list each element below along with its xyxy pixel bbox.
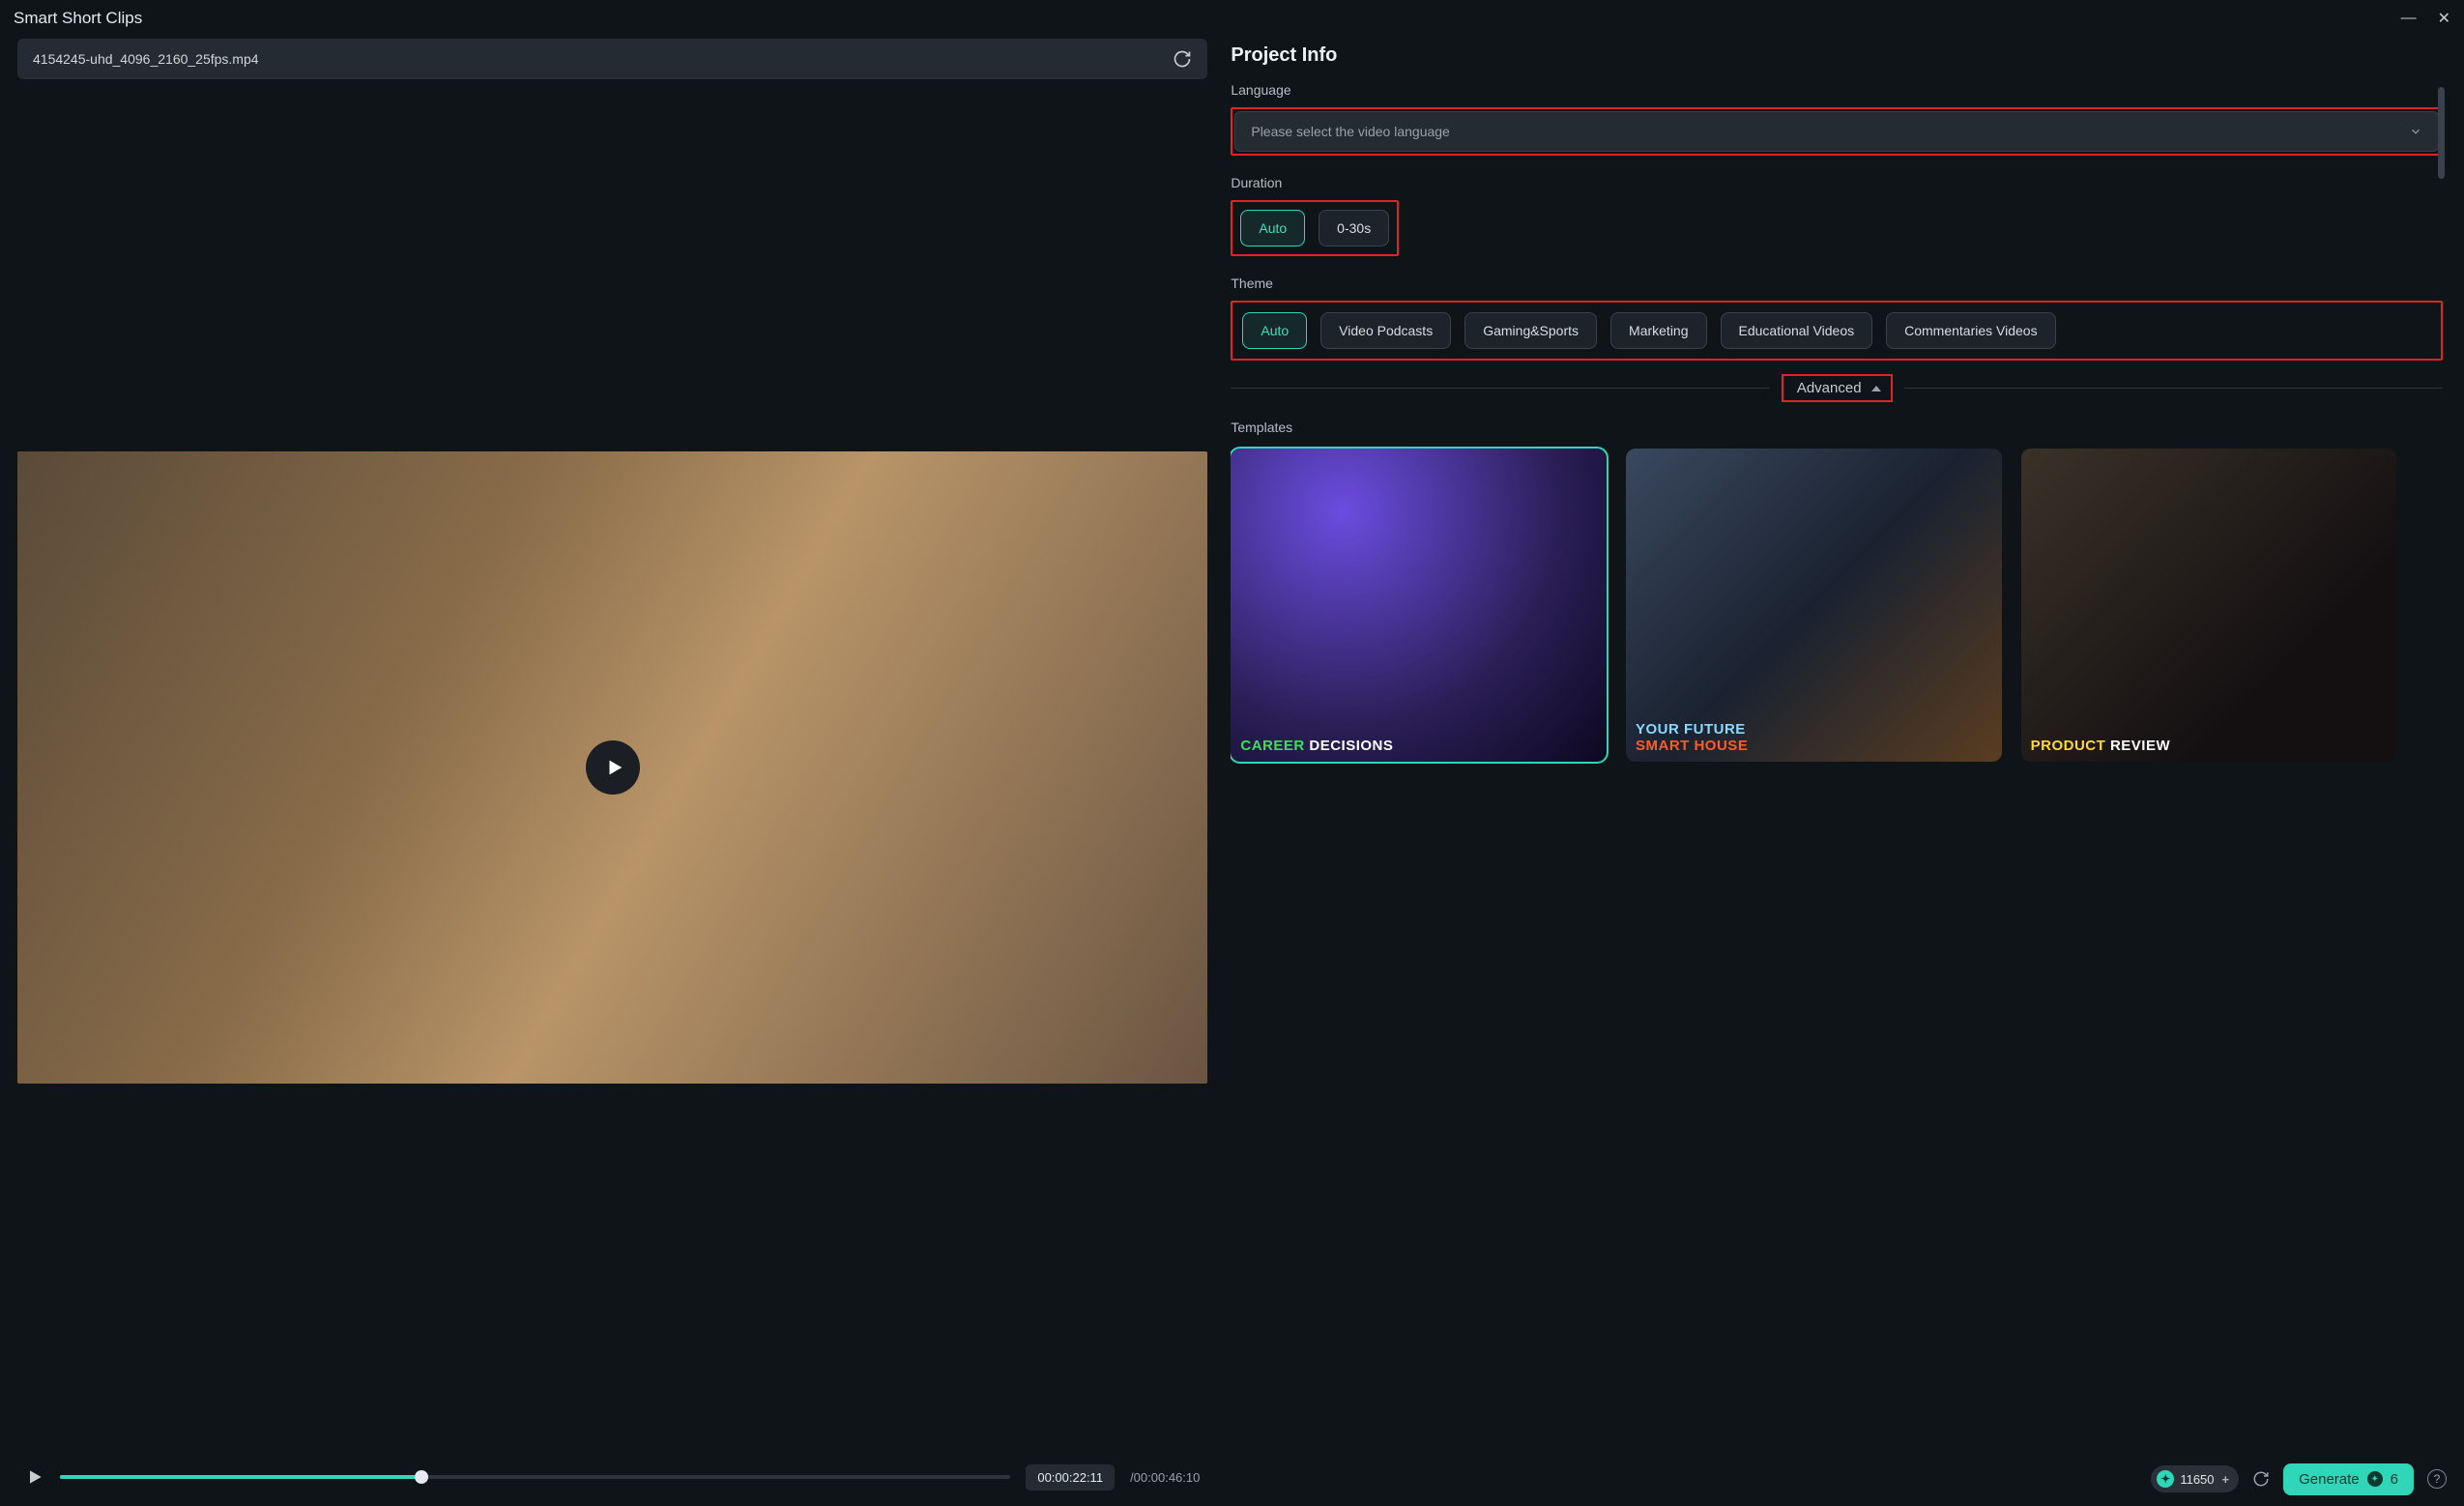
caret-up-icon — [1871, 386, 1881, 391]
advanced-row: Advanced — [1231, 374, 2443, 402]
advanced-toggle[interactable]: Advanced — [1782, 374, 1893, 402]
seek-bar[interactable] — [60, 1475, 1010, 1479]
video-preview — [17, 451, 1207, 1084]
theme-chip-auto[interactable]: Auto — [1242, 312, 1307, 349]
play-icon — [604, 757, 625, 778]
theme-chips: Auto Video Podcasts Gaming&Sports Market… — [1232, 303, 2441, 359]
generate-button[interactable]: Generate ✦ 6 — [2283, 1463, 2414, 1495]
theme-chip-commentaries[interactable]: Commentaries Videos — [1886, 312, 2055, 349]
right-scroll: Project Info Language Please select the … — [1231, 39, 2447, 1452]
generate-label: Generate — [2299, 1471, 2360, 1488]
templates-row: CAREER DECISIONS YOUR FUTURE SMART HOUSE… — [1231, 449, 2443, 762]
scrollbar[interactable] — [2438, 87, 2445, 179]
window-controls: — ✕ — [2401, 9, 2450, 28]
duration-chips: Auto 0-30s — [1232, 202, 1397, 254]
divider-right — [1904, 388, 2443, 389]
seek-fill — [60, 1475, 421, 1479]
template-caption-2: YOUR FUTURE SMART HOUSE — [1626, 721, 2002, 754]
template-card-2[interactable]: YOUR FUTURE SMART HOUSE — [1626, 449, 2002, 762]
transport-bar: 00:00:22:11 /00:00:46:10 — [17, 1456, 1207, 1498]
theme-chip-educational[interactable]: Educational Videos — [1721, 312, 1873, 349]
reload-icon[interactable] — [2252, 1470, 2270, 1488]
play-button[interactable] — [25, 1467, 44, 1487]
language-label: Language — [1231, 82, 2443, 98]
divider-left — [1231, 388, 1769, 389]
seek-thumb[interactable] — [415, 1470, 428, 1484]
duration-chip-0-30s[interactable]: 0-30s — [1319, 210, 1389, 246]
template-caption-3: PRODUCT REVIEW — [2021, 738, 2397, 754]
help-icon[interactable]: ? — [2427, 1469, 2447, 1489]
minimize-icon[interactable]: — — [2401, 10, 2417, 27]
preview-area — [17, 89, 1207, 1446]
cost-badge-icon: ✦ — [2367, 1471, 2383, 1487]
play-overlay-button[interactable] — [586, 740, 640, 795]
templates-label: Templates — [1231, 420, 2443, 435]
template-caption-1: CAREER DECISIONS — [1231, 738, 1607, 754]
theme-chip-video-podcasts[interactable]: Video Podcasts — [1320, 312, 1451, 349]
template-card-3[interactable]: PRODUCT REVIEW — [2021, 449, 2397, 762]
coin-icon: ✦ — [2157, 1470, 2174, 1488]
bottom-bar: ✦ 11650 + Generate ✦ 6 ? — [1231, 1452, 2447, 1498]
theme-chip-gaming-sports[interactable]: Gaming&Sports — [1464, 312, 1597, 349]
window-title: Smart Short Clips — [14, 9, 142, 28]
total-time: /00:00:46:10 — [1130, 1470, 1200, 1485]
right-panel: Project Info Language Please select the … — [1231, 39, 2447, 1498]
app-window: Smart Short Clips — ✕ 4154245-uhd_4096_2… — [0, 0, 2464, 1506]
theme-highlight: Auto Video Podcasts Gaming&Sports Market… — [1231, 301, 2443, 361]
main-content: 4154245-uhd_4096_2160_25fps.mp4 00:00:22… — [0, 35, 2464, 1506]
left-panel: 4154245-uhd_4096_2160_25fps.mp4 00:00:22… — [17, 39, 1207, 1498]
file-name: 4154245-uhd_4096_2160_25fps.mp4 — [33, 51, 259, 67]
generate-cost: 6 — [2391, 1471, 2398, 1488]
theme-label: Theme — [1231, 275, 2443, 291]
language-select[interactable]: Please select the video language — [1234, 111, 2439, 152]
coin-balance[interactable]: ✦ 11650 + — [2151, 1465, 2239, 1492]
close-icon[interactable]: ✕ — [2438, 9, 2450, 28]
language-highlight: Please select the video language — [1231, 107, 2443, 156]
titlebar: Smart Short Clips — ✕ — [0, 0, 2464, 35]
duration-highlight: Auto 0-30s — [1231, 200, 1399, 256]
duration-label: Duration — [1231, 175, 2443, 190]
project-heading: Project Info — [1231, 44, 2443, 67]
advanced-label: Advanced — [1797, 380, 1862, 396]
add-coins-icon[interactable]: + — [2222, 1472, 2230, 1487]
file-bar: 4154245-uhd_4096_2160_25fps.mp4 — [17, 39, 1207, 79]
duration-chip-auto[interactable]: Auto — [1240, 210, 1305, 246]
chevron-down-icon — [2409, 125, 2422, 138]
theme-chip-marketing[interactable]: Marketing — [1610, 312, 1706, 349]
language-placeholder: Please select the video language — [1251, 124, 1449, 139]
refresh-icon[interactable] — [1173, 49, 1192, 69]
coin-count: 11650 — [2180, 1472, 2214, 1487]
current-time: 00:00:22:11 — [1026, 1464, 1115, 1491]
template-card-1[interactable]: CAREER DECISIONS — [1231, 449, 1607, 762]
